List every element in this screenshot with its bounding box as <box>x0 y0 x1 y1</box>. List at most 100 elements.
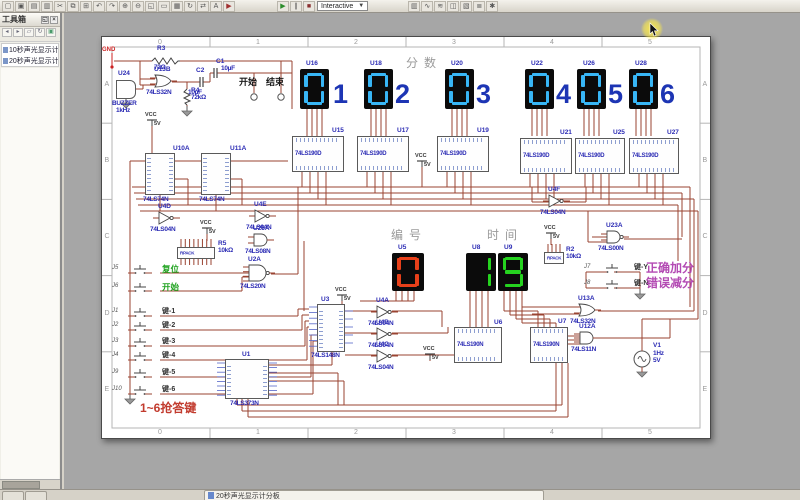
bode-plotter-icon[interactable]: ◫ <box>447 1 459 12</box>
panel-tab-2[interactable] <box>25 491 47 500</box>
toolbox-hscrollbar[interactable] <box>0 479 60 489</box>
buzzer-U24[interactable] <box>116 80 136 99</box>
stop-simulation-icon[interactable]: ■ <box>303 1 315 12</box>
display-U8[interactable] <box>466 253 496 291</box>
display-U28[interactable] <box>629 69 658 109</box>
options-icon[interactable]: ✱ <box>486 1 498 12</box>
scrollbar-thumb[interactable] <box>2 481 40 489</box>
toolbox-item[interactable]: 10秒声光显示计分板 <box>2 44 58 55</box>
display-U16[interactable] <box>300 69 329 109</box>
player-numeral-1: 1 <box>333 81 348 108</box>
display-U20[interactable] <box>445 69 474 109</box>
chip-U10A[interactable] <box>145 153 175 195</box>
gate-U4B[interactable] <box>371 328 398 340</box>
chip-R2[interactable]: RPACK <box>544 252 564 264</box>
gate-ref-label: U4C <box>376 342 389 349</box>
multimeter-icon[interactable]: ▥ <box>408 1 420 12</box>
display-U5[interactable] <box>392 253 424 291</box>
panel-dock-icon[interactable]: ◱ <box>41 16 49 24</box>
grid-row-label: D <box>703 310 708 317</box>
panel-tab-1[interactable] <box>2 491 24 500</box>
panel-close-icon[interactable]: × <box>50 16 58 24</box>
gate-part-label: 74LS00N <box>598 246 623 253</box>
gate-U4E[interactable] <box>249 210 276 222</box>
open-icon[interactable]: ▣ <box>15 1 27 12</box>
grid-icon[interactable]: ▦ <box>171 1 183 12</box>
print-icon[interactable]: ▥ <box>41 1 53 12</box>
flip-icon[interactable]: ⇄ <box>197 1 209 12</box>
copy-icon[interactable]: ⧉ <box>67 1 79 12</box>
capture-icon[interactable]: ▣ <box>46 28 56 37</box>
segment-a <box>584 73 600 76</box>
report-icon[interactable]: ≣ <box>473 1 485 12</box>
zoom-out-icon[interactable]: ⊖ <box>132 1 144 12</box>
gate-U4D[interactable] <box>153 212 180 224</box>
run-icon[interactable]: ▶ <box>223 1 235 12</box>
gate-U4A[interactable] <box>371 306 398 318</box>
zoom-window-icon[interactable]: ◱ <box>145 1 157 12</box>
display-U26[interactable] <box>577 69 606 109</box>
chip-U21[interactable]: 74LS190D <box>520 138 572 174</box>
switch-J2[interactable] <box>128 322 152 331</box>
save-icon[interactable]: ▤ <box>28 1 40 12</box>
back-icon[interactable]: ◂ <box>2 28 12 37</box>
display-U9[interactable] <box>498 253 528 291</box>
function-generator-icon[interactable]: ≋ <box>434 1 446 12</box>
oscilloscope-icon[interactable]: ∿ <box>421 1 433 12</box>
chip-U27[interactable]: 74LS190D <box>629 138 679 174</box>
grid-col-label: 2 <box>354 429 358 436</box>
folder-icon[interactable]: ▱ <box>24 28 34 37</box>
switch-J6[interactable] <box>128 283 152 292</box>
switch-J1[interactable] <box>128 308 152 317</box>
document-tab[interactable]: 20秒声光显示计分板 <box>204 490 544 500</box>
cut-icon[interactable]: ✂ <box>54 1 66 12</box>
gate-U25A[interactable] <box>248 234 274 246</box>
chip-part-label: 74LS190D <box>578 153 604 159</box>
segment-f <box>368 75 371 88</box>
segment-b <box>488 258 491 270</box>
vcc-label: VCC <box>423 347 435 353</box>
switch-J5[interactable] <box>128 265 152 274</box>
rotate-icon[interactable]: ↻ <box>184 1 196 12</box>
schematic-canvas[interactable]: 001122334455AABBCCDDEEVCC5VVCC5VVCC5VVCC… <box>64 13 800 489</box>
gate-ref-label: U4F <box>548 187 560 194</box>
gate-U4C[interactable] <box>371 350 398 362</box>
switch-J3[interactable] <box>128 338 152 347</box>
zoom-in-icon[interactable]: ⊕ <box>119 1 131 12</box>
toolbox-item[interactable]: 20秒声光显示计分板 <box>2 55 58 66</box>
segment-d <box>371 102 387 105</box>
chip-U6[interactable]: 74LS190N <box>454 327 502 363</box>
new-icon[interactable]: ▢ <box>2 1 14 12</box>
chip-R5[interactable]: RPACK <box>177 247 215 259</box>
paste-icon[interactable]: ⊞ <box>80 1 92 12</box>
zoom-fit-icon[interactable]: ▭ <box>158 1 170 12</box>
chip-U1[interactable] <box>225 359 269 399</box>
chip-U7[interactable]: 74LS190N <box>530 327 568 363</box>
chip-U25[interactable]: 74LS190D <box>575 138 625 174</box>
refresh-icon[interactable]: ↻ <box>35 28 45 37</box>
text-icon[interactable]: A <box>210 1 222 12</box>
display-U18[interactable] <box>364 69 393 109</box>
analysis-icon[interactable]: ▧ <box>460 1 472 12</box>
chip-U19[interactable]: 74LS190D <box>437 136 489 172</box>
switch-J4[interactable] <box>128 352 152 361</box>
simulation-mode-select[interactable]: Interactive ▼ <box>317 1 368 11</box>
redo-icon[interactable]: ↷ <box>106 1 118 12</box>
chip-U11A[interactable] <box>201 153 231 195</box>
grid-col-label: 1 <box>256 429 260 436</box>
switch-J10[interactable] <box>128 386 152 395</box>
segment-a <box>636 73 652 76</box>
chip-U15[interactable]: 74LS190D <box>292 136 344 172</box>
chip-U17[interactable]: 74LS190D <box>357 136 409 172</box>
undo-icon[interactable]: ↶ <box>93 1 105 12</box>
switch-J9[interactable] <box>128 369 152 378</box>
forward-icon[interactable]: ▸ <box>13 28 23 37</box>
chevron-down-icon: ▼ <box>358 2 364 11</box>
run-simulation-icon[interactable]: ▶ <box>277 1 289 12</box>
switch-J7[interactable] <box>600 264 624 273</box>
gate-U12A[interactable] <box>574 332 600 344</box>
switch-J8[interactable] <box>600 280 624 289</box>
chip-U3[interactable] <box>317 304 345 352</box>
display-U22[interactable] <box>525 69 554 109</box>
pause-simulation-icon[interactable]: ∥ <box>290 1 302 12</box>
